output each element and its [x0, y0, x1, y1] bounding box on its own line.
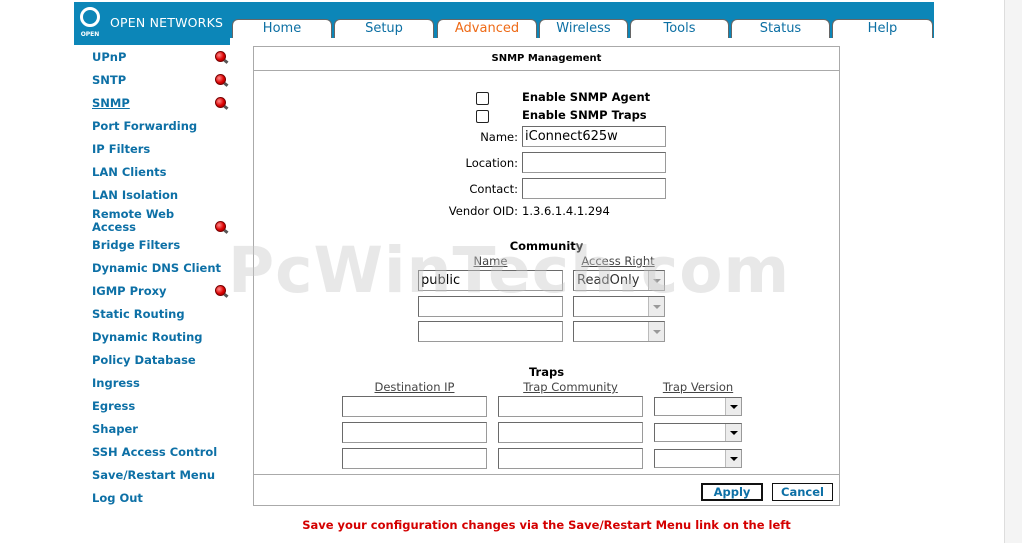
- dropdown-arrow-icon: [725, 398, 741, 415]
- trap-version-select[interactable]: [654, 423, 742, 442]
- status-dot-icon: [215, 221, 226, 232]
- community-access-select[interactable]: ReadOnly: [573, 270, 665, 291]
- open-logo-icon: OPEN: [79, 6, 101, 42]
- name-input[interactable]: iConnect625w: [522, 126, 666, 147]
- dropdown-arrow-icon: [725, 450, 741, 467]
- vendor-oid-label: Vendor OID:: [448, 204, 518, 218]
- sidebar-item-lan-isolation[interactable]: LAN Isolation: [92, 189, 217, 202]
- sidebar-item-static-routing[interactable]: Static Routing: [92, 308, 217, 321]
- trap-destination-ip-header: Destination IP: [374, 380, 455, 394]
- apply-button[interactable]: Apply: [701, 483, 763, 501]
- dropdown-arrow-icon: [648, 297, 664, 316]
- dropdown-arrow-icon: [648, 271, 664, 290]
- trap-destination-ip-input[interactable]: [342, 448, 487, 469]
- trap-community-input[interactable]: [498, 422, 643, 443]
- tab-home[interactable]: Home: [232, 19, 332, 38]
- tab-advanced[interactable]: Advanced: [437, 19, 537, 38]
- sidebar-item-sntp[interactable]: SNTP: [92, 74, 217, 87]
- trap-community-header: Trap Community: [523, 380, 618, 394]
- trap-version-select[interactable]: [654, 449, 742, 468]
- community-name-input[interactable]: [418, 321, 563, 342]
- tab-wireless[interactable]: Wireless: [539, 19, 628, 38]
- tab-status[interactable]: Status: [731, 19, 830, 38]
- sidebar-item-ssh-access-control[interactable]: SSH Access Control: [92, 446, 232, 459]
- location-label: Location:: [465, 156, 518, 170]
- vendor-oid-value: 1.3.6.1.4.1.294: [522, 204, 610, 218]
- status-dot-icon: [215, 74, 226, 85]
- enable-snmp-traps-label: Enable SNMP Traps: [522, 108, 647, 122]
- trap-version-header: Trap Version: [662, 380, 734, 394]
- community-name-input[interactable]: public: [418, 270, 563, 291]
- sidebar-item-shaper[interactable]: Shaper: [92, 423, 217, 436]
- contact-label: Contact:: [469, 182, 518, 196]
- sidebar-item-bridge-filters[interactable]: Bridge Filters: [92, 239, 217, 252]
- trap-version-select[interactable]: [654, 397, 742, 416]
- contact-input[interactable]: [522, 178, 666, 199]
- sidebar-item-port-forwarding[interactable]: Port Forwarding: [92, 120, 217, 133]
- cancel-button[interactable]: Cancel: [772, 483, 833, 501]
- sidebar-item-dynamic-dns-client[interactable]: Dynamic DNS Client: [92, 262, 232, 275]
- community-access-select[interactable]: [573, 296, 665, 317]
- community-name-header: Name: [473, 254, 508, 268]
- sidebar-item-snmp[interactable]: SNMP: [92, 97, 130, 110]
- traps-title: Traps: [528, 365, 565, 379]
- sidebar-item-dynamic-routing[interactable]: Dynamic Routing: [92, 331, 217, 344]
- panel-title: SNMP Management: [254, 47, 839, 71]
- community-access-select[interactable]: [573, 321, 665, 342]
- trap-community-input[interactable]: [498, 396, 643, 417]
- sidebar-item-ingress[interactable]: Ingress: [92, 377, 217, 390]
- save-reminder-message: Save your configuration changes via the …: [302, 518, 791, 532]
- sidebar-item-upnp[interactable]: UPnP: [92, 51, 217, 64]
- panel-divider: [254, 474, 839, 475]
- community-name-input[interactable]: [418, 296, 563, 317]
- enable-snmp-agent-checkbox[interactable]: [476, 92, 489, 105]
- name-label: Name:: [480, 130, 518, 144]
- status-dot-icon: [215, 51, 226, 62]
- brand-logo[interactable]: OPEN OPEN NETWORKS: [74, 2, 230, 45]
- sidebar-item-save-restart-menu[interactable]: Save/Restart Menu: [92, 469, 232, 482]
- location-input[interactable]: [522, 152, 666, 173]
- page: OPEN OPEN NETWORKS Home Setup Advanced W…: [0, 0, 1022, 543]
- community-access-header: Access Right: [581, 254, 655, 268]
- sidebar-item-lan-clients[interactable]: LAN Clients: [92, 166, 217, 179]
- dropdown-arrow-icon: [648, 322, 664, 341]
- sidebar-item-policy-database[interactable]: Policy Database: [92, 354, 217, 367]
- dropdown-arrow-icon: [725, 424, 741, 441]
- trap-community-input[interactable]: [498, 448, 643, 469]
- trap-destination-ip-input[interactable]: [342, 422, 487, 443]
- top-navigation: Home Setup Advanced Wireless Tools Statu…: [230, 2, 934, 38]
- vertical-scrollbar[interactable]: [1004, 0, 1022, 543]
- sidebar-item-remote-web-access[interactable]: Remote Web Access: [92, 208, 192, 234]
- tab-help[interactable]: Help: [832, 19, 933, 38]
- enable-snmp-agent-label: Enable SNMP Agent: [522, 90, 651, 104]
- tab-setup[interactable]: Setup: [334, 19, 434, 38]
- community-title: Community: [509, 239, 584, 253]
- status-dot-icon: [215, 97, 226, 108]
- status-dot-icon: [215, 285, 226, 296]
- snmp-management-panel: SNMP Management Enable SNMP Agent Enable…: [253, 46, 840, 506]
- brand-name: OPEN NETWORKS: [110, 15, 224, 30]
- sidebar-item-log-out[interactable]: Log Out: [92, 492, 217, 505]
- sidebar-item-igmp-proxy[interactable]: IGMP Proxy: [92, 285, 217, 298]
- sidebar-item-egress[interactable]: Egress: [92, 400, 217, 413]
- sidebar-item-ip-filters[interactable]: IP Filters: [92, 143, 217, 156]
- trap-destination-ip-input[interactable]: [342, 396, 487, 417]
- enable-snmp-traps-checkbox[interactable]: [476, 110, 489, 123]
- tab-tools[interactable]: Tools: [630, 19, 729, 38]
